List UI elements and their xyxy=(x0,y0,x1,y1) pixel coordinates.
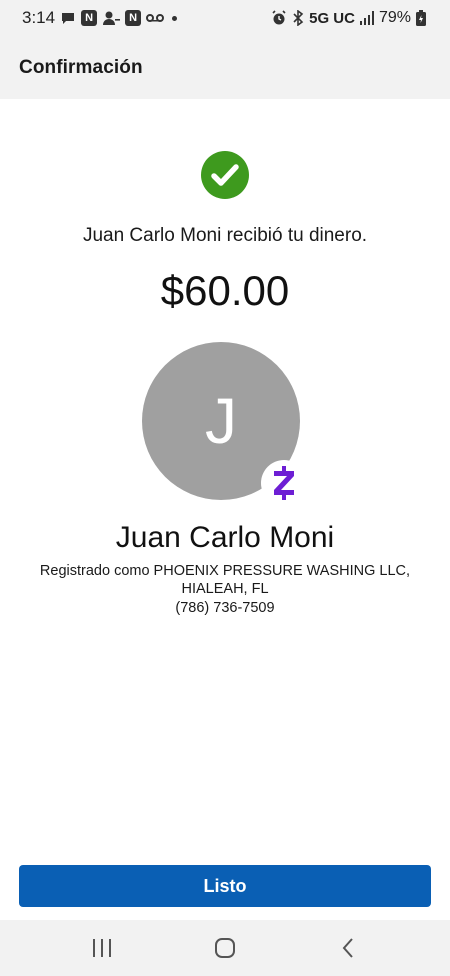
signal-icon xyxy=(359,11,374,25)
app-notification-icon-2: N xyxy=(125,10,142,26)
status-bar-left: 3:14 N N xyxy=(22,8,178,28)
amount-sent: $60.00 xyxy=(160,267,290,314)
done-button[interactable]: Listo xyxy=(19,865,431,907)
recipient-phone: (786) 736-7509 xyxy=(175,600,275,616)
home-icon[interactable] xyxy=(195,928,255,968)
bluetooth-icon xyxy=(292,10,304,26)
recent-apps-icon[interactable] xyxy=(72,928,132,968)
contact-notification-icon xyxy=(102,10,121,26)
registered-business: Registrado como PHOENIX PRESSURE WASHING… xyxy=(39,563,411,597)
back-icon[interactable] xyxy=(318,928,378,968)
page-title: Confirmación xyxy=(19,56,143,78)
status-time: 3:14 xyxy=(22,8,56,27)
recipient-name: Juan Carlo Moni xyxy=(115,521,335,554)
alarm-icon xyxy=(271,10,287,26)
status-bar-right: 5G UC 79% xyxy=(271,9,426,27)
battery-percent: 79% xyxy=(378,9,411,26)
status-bar: 3:14 N N 5G UC 79% xyxy=(0,0,450,36)
avatar-initial: J xyxy=(205,385,237,457)
zelle-icon xyxy=(261,460,307,506)
more-notifications-dot-icon xyxy=(172,15,178,21)
app-header: Confirmación xyxy=(0,36,450,99)
network-type: 5G UC xyxy=(309,9,355,27)
chat-notification-icon xyxy=(60,10,76,26)
system-nav-bar xyxy=(0,920,450,976)
battery-icon xyxy=(416,10,426,26)
app-notification-icon: N xyxy=(81,10,98,26)
check-circle-icon xyxy=(201,151,249,199)
confirmation-message: Juan Carlo Moni recibió tu dinero. xyxy=(82,225,368,246)
confirmation-panel: Juan Carlo Moni recibió tu dinero. $60.0… xyxy=(0,99,450,920)
voicemail-icon xyxy=(146,12,165,24)
